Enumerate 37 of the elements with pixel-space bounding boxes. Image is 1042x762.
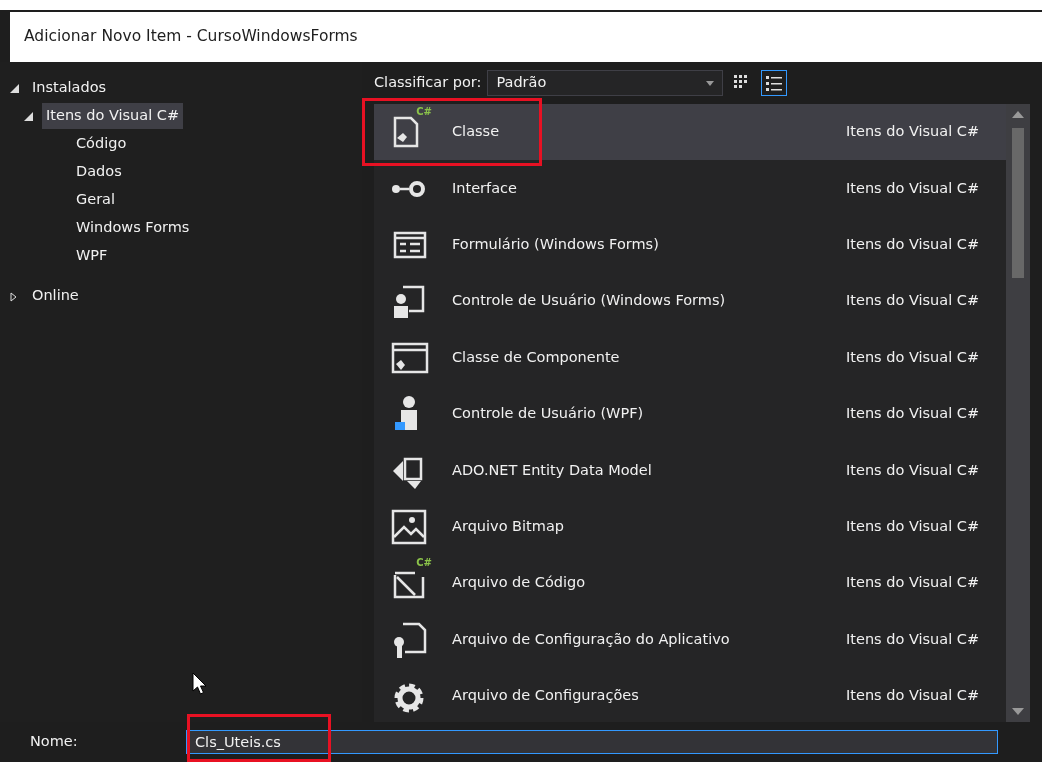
tree-item[interactable]: WPF xyxy=(72,243,112,269)
template-row[interactable]: Arquivo de Configurações Itens do Visual C# xyxy=(374,667,1006,725)
list-view-button[interactable] xyxy=(761,70,788,96)
template-row[interactable]: Controle de Usuário (Windows Forms) Itens do Visual C# xyxy=(374,273,1006,330)
template-row[interactable]: Formulário (Windows Forms) Itens do Visual C# xyxy=(374,216,1006,274)
scroll-up-icon[interactable] xyxy=(1012,110,1024,118)
template-row[interactable]: ADO.NET Entity Data Model Itens do Visual C# xyxy=(374,442,1006,499)
list-view-icon xyxy=(765,74,784,92)
tree-item[interactable]: Windows Forms xyxy=(72,215,194,241)
tree-item[interactable]: Online xyxy=(28,283,83,309)
expanded-arrow-icon[interactable] xyxy=(10,84,19,93)
scroll-down-icon[interactable] xyxy=(1012,708,1024,716)
template-row[interactable]: Interface Itens do Visual C# xyxy=(374,160,1006,217)
template-row[interactable]: Arquivo Bitmap Itens do Visual C# xyxy=(374,498,1006,556)
template-row[interactable]: Classe de Componente Itens do Visual C# xyxy=(374,329,1006,386)
template-row[interactable]: Arquivo de Configuração do Aplicativo Itens do Visual C# xyxy=(374,611,1006,668)
dropdown-caret-icon xyxy=(706,80,715,86)
collapsed-arrow-icon[interactable] xyxy=(10,291,17,302)
name-label: Nome: xyxy=(29,732,79,752)
name-field[interactable]: Cls_Uteis.cs xyxy=(186,730,998,754)
tree-item[interactable]: Geral xyxy=(72,187,120,213)
tree-item[interactable]: Instalados xyxy=(28,75,111,101)
template-row[interactable]: C# Arquivo de Código Itens do Visual C# xyxy=(374,555,1006,612)
template-row[interactable]: Controle de Usuário (WPF) Itens do Visual C# xyxy=(374,385,1006,443)
mouse-pointer-icon xyxy=(192,672,208,696)
template-row[interactable]: C# Classe Itens do Visual C# xyxy=(374,104,1006,161)
scrollbar-thumb[interactable] xyxy=(1012,128,1024,278)
scrollbar[interactable] xyxy=(1006,104,1030,722)
expanded-arrow-icon[interactable] xyxy=(24,112,33,121)
window-title: Adicionar Novo Item - CursoWindowsForms xyxy=(10,12,1042,62)
language-label: C# xyxy=(416,558,432,569)
sort-label: Classificar por: xyxy=(374,73,482,93)
tree-item[interactable]: Itens do Visual C# xyxy=(42,103,184,129)
tree-item[interactable]: Dados xyxy=(72,159,126,185)
language-label: C# xyxy=(416,107,432,118)
sort-dropdown[interactable]: Padrão xyxy=(487,70,724,96)
tree-item[interactable]: Código xyxy=(72,131,131,157)
